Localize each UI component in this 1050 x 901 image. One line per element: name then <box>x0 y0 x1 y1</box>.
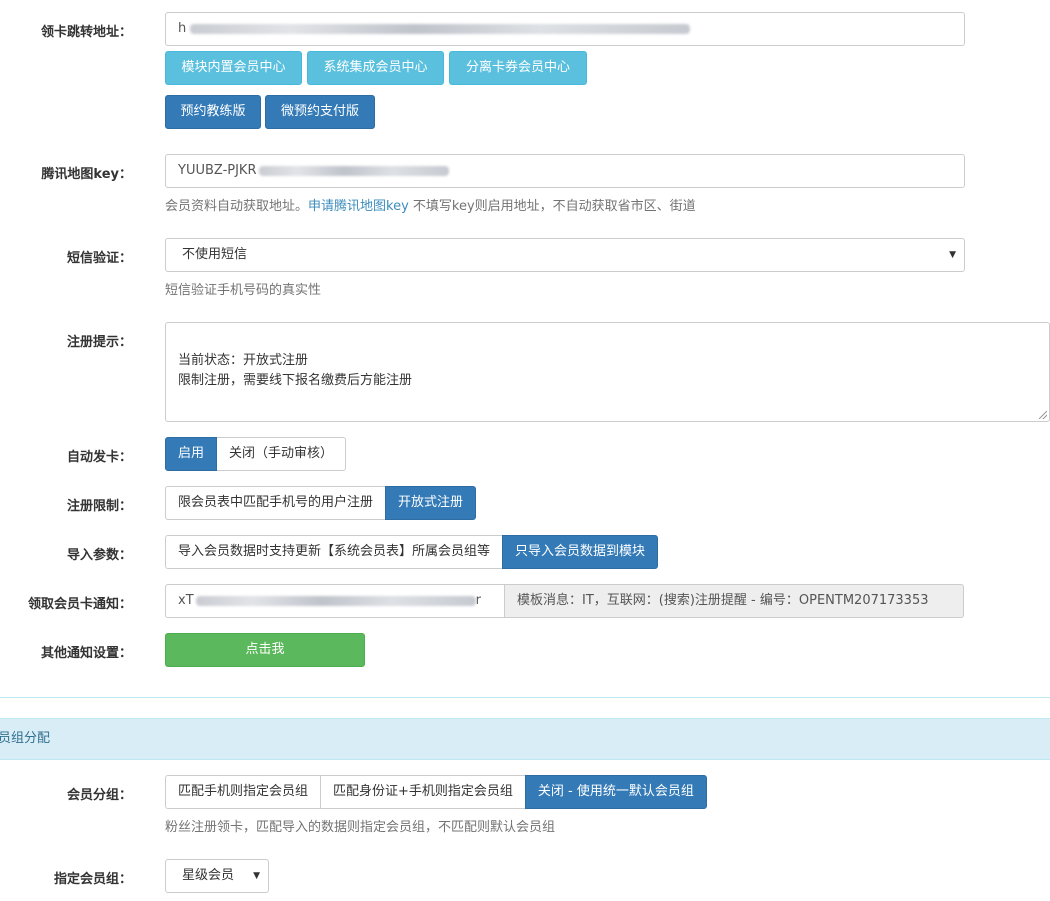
coupon-member-center-button[interactable]: 分离卡券会员中心 <box>449 51 587 85</box>
map-key-label: 腾讯地图key： <box>41 167 132 182</box>
member-group-label: 会员分组： <box>66 788 132 803</box>
map-key-redacted <box>258 165 449 176</box>
caret-down-icon: ▼ <box>253 871 260 881</box>
coach-booking-button[interactable]: 预约教练版 <box>165 95 261 129</box>
map-key-input[interactable]: YUUBZ-PJKR <box>165 154 965 188</box>
redirect-url-redacted <box>190 23 691 34</box>
sms-label: 短信验证： <box>66 251 132 266</box>
sms-help: 短信验证手机号码的真实性 <box>165 283 322 298</box>
section-divider <box>0 697 1050 698</box>
map-key-value: YUUBZ-PJKR <box>178 163 257 178</box>
card-notice-redacted <box>195 595 476 606</box>
micro-booking-pay-button[interactable]: 微预约支付版 <box>265 95 375 129</box>
import-param-toggle-group: 导入会员数据时支持更新【系统会员表】所属会员组等 只导入会员数据到模块 <box>165 535 659 569</box>
card-notice-input[interactable]: xT r <box>165 584 505 618</box>
member-group-phone-option[interactable]: 匹配手机则指定会员组 <box>165 775 322 809</box>
map-key-help: 会员资料自动获取地址。申请腾讯地图key 不填写key则启用地址，不自动获取省市… <box>165 195 696 214</box>
other-notice-button[interactable]: 点击我 <box>165 633 365 667</box>
other-notice-label: 其他通知设置： <box>40 646 132 661</box>
auto-card-toggle-group: 启用 关闭（手动审核） <box>165 437 347 471</box>
auto-card-label: 自动发卡： <box>66 450 132 465</box>
import-update-group-option[interactable]: 导入会员数据时支持更新【系统会员表】所属会员组等 <box>165 535 504 569</box>
assign-group-label: 指定会员组： <box>53 872 132 887</box>
register-tip-label: 注册提示： <box>66 335 132 350</box>
register-tip-value: 当前状态：开放式注册 限制注册，需要线下报名缴费后方能注册 <box>178 353 413 388</box>
section-heading: 员组分配 <box>0 718 1050 760</box>
member-group-idcard-option[interactable]: 匹配身份证+手机则指定会员组 <box>320 775 526 809</box>
sms-selected-value: 不使用短信 <box>182 247 248 262</box>
register-limit-open-option[interactable]: 开放式注册 <box>385 486 477 520</box>
register-limit-phone-option[interactable]: 限会员表中匹配手机号的用户注册 <box>165 486 387 520</box>
card-notice-label: 领取会员卡通知： <box>27 597 132 612</box>
map-key-help-text: 会员资料自动获取地址。 <box>165 199 309 214</box>
member-group-toggle-group: 匹配手机则指定会员组 匹配身份证+手机则指定会员组 关闭 - 使用统一默认会员组 <box>165 775 707 809</box>
system-member-center-button[interactable]: 系统集成会员中心 <box>307 51 444 85</box>
sms-select[interactable]: 不使用短信 ▼ <box>165 238 965 272</box>
register-limit-label: 注册限制： <box>66 499 132 514</box>
register-limit-toggle-group: 限会员表中匹配手机号的用户注册 开放式注册 <box>165 486 477 520</box>
member-group-help: 粉丝注册领卡，匹配导入的数据则指定会员组，不匹配则默认会员组 <box>165 820 556 835</box>
caret-down-icon: ▼ <box>949 250 956 260</box>
map-key-help-note: 不填写key则启用地址，不自动获取省市区、街道 <box>408 199 696 214</box>
import-param-label: 导入参数： <box>66 548 132 563</box>
card-notice-template-addon: 模板消息：IT，互联网：(搜索)注册提醒 - 编号：OPENTM20717335… <box>505 584 964 618</box>
redirect-url-input[interactable]: h <box>165 12 965 46</box>
redirect-url-value: h <box>178 21 187 36</box>
card-notice-value-suffix: r <box>475 593 481 608</box>
apply-map-key-link[interactable]: 申请腾讯地图key <box>308 199 409 214</box>
resize-handle-icon[interactable] <box>1039 411 1047 419</box>
builtin-member-center-button[interactable]: 模块内置会员中心 <box>165 51 302 85</box>
section-title: 员组分配 <box>0 731 51 746</box>
assign-group-selected-value: 星级会员 <box>182 868 235 883</box>
import-only-module-option[interactable]: 只导入会员数据到模块 <box>502 535 659 569</box>
redirect-url-label: 领卡跳转地址： <box>40 25 132 40</box>
card-notice-value: xT <box>178 593 194 608</box>
member-group-default-option[interactable]: 关闭 - 使用统一默认会员组 <box>524 775 707 809</box>
auto-card-enable-option[interactable]: 启用 <box>165 437 218 471</box>
auto-card-disable-option[interactable]: 关闭（手动审核） <box>216 437 347 471</box>
assign-group-select[interactable]: 星级会员 ▼ <box>165 859 269 893</box>
register-tip-textarea[interactable]: 当前状态：开放式注册 限制注册，需要线下报名缴费后方能注册 <box>165 322 1050 422</box>
